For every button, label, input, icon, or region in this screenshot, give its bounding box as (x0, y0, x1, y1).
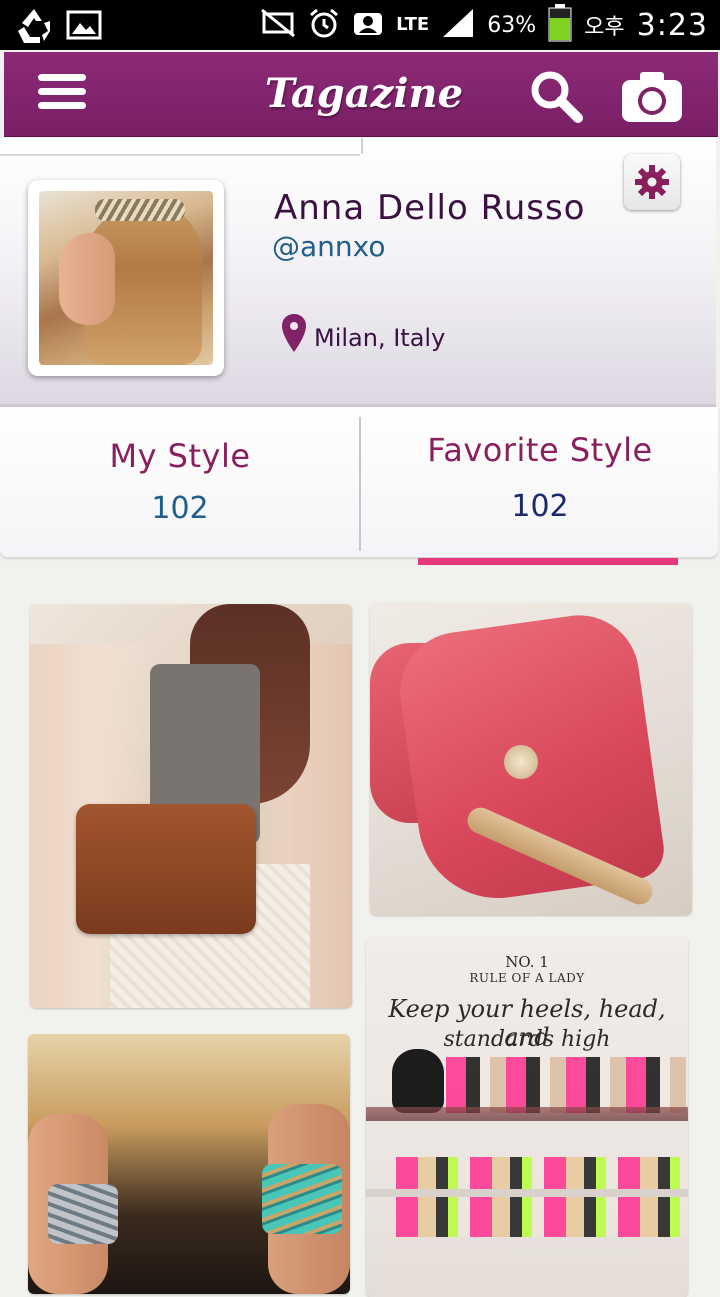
photo-card-outfit[interactable] (30, 604, 352, 1008)
battery-percent: 63% (487, 12, 537, 38)
profile-location: Milan, Italy (314, 324, 446, 352)
map-pin-icon (282, 314, 306, 352)
ampm: 오후 (584, 15, 625, 40)
tab-favorite-style[interactable]: Favorite Style 102 (362, 407, 718, 557)
hamburger-menu-icon[interactable] (38, 74, 86, 114)
photo-card-shoe-shelf[interactable]: NO. 1 RULE OF A LADY Keep your heels, he… (366, 937, 688, 1297)
settings-button[interactable] (624, 154, 680, 210)
search-icon[interactable] (526, 66, 586, 126)
style-tabs: My Style 102 Favorite Style 102 (0, 407, 718, 557)
account-sync-icon (352, 9, 384, 41)
tab-label: My Style (109, 437, 251, 475)
tab-count: 102 (151, 491, 209, 526)
nfc-muted-icon (260, 8, 296, 42)
tab-count: 102 (511, 489, 569, 524)
alarm-icon (308, 7, 340, 43)
profile-handle: @annxo (272, 230, 386, 263)
avatar-image (39, 191, 213, 365)
active-tab-indicator (418, 558, 678, 565)
battery-icon (548, 4, 572, 46)
divider (0, 138, 360, 156)
app-bar: Tagazine (4, 52, 718, 137)
camera-icon[interactable] (616, 66, 688, 126)
gear-icon (635, 165, 669, 199)
photo-card-pink-boot[interactable] (370, 603, 692, 915)
profile-name: Anna Dello Russo (274, 188, 586, 228)
status-bar-left (14, 7, 102, 47)
status-bar: LTE 63% 오후 3:23 (0, 0, 720, 50)
network-type: LTE (396, 14, 430, 35)
tab-my-style[interactable]: My Style 102 (0, 407, 360, 557)
tab-divider (359, 417, 361, 551)
tab-label: Favorite Style (427, 431, 653, 469)
avatar[interactable] (28, 180, 224, 376)
image-icon (66, 9, 102, 45)
profile-header: Anna Dello Russo @annxo Milan, Italy (0, 138, 716, 407)
recycle-icon (14, 7, 54, 47)
poster-number: NO. 1 (505, 953, 549, 971)
clock: 3:23 (636, 7, 708, 43)
photo-card-bracelets[interactable] (28, 1034, 350, 1294)
poster-rule: RULE OF A LADY (469, 971, 585, 985)
signal-icon (441, 7, 475, 43)
status-bar-right: LTE 63% 오후 3:23 (260, 0, 708, 50)
app-logo: Tagazine (264, 70, 464, 117)
divider (361, 138, 363, 154)
